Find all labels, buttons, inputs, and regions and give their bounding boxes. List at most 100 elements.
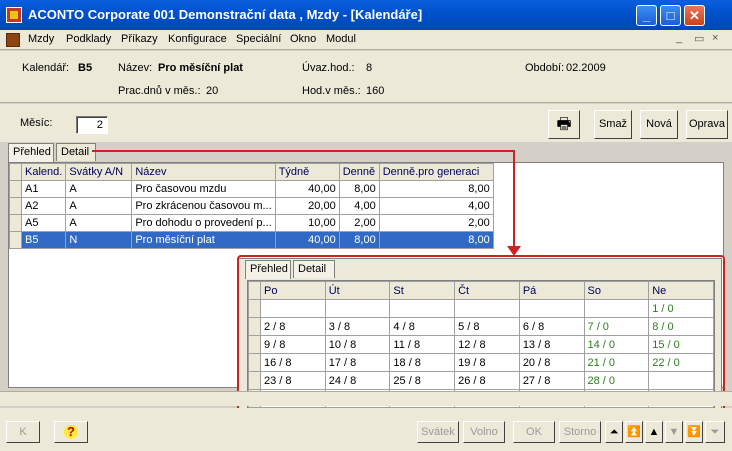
- day-cell[interactable]: [518, 299, 585, 318]
- menu-prikazy[interactable]: Příkazy: [121, 33, 158, 45]
- nav-next-icon[interactable]: ▼: [665, 421, 683, 443]
- cell[interactable]: 40,00: [274, 231, 340, 249]
- nav-prev-icon[interactable]: ▲: [645, 421, 663, 443]
- cell[interactable]: 4,00: [338, 197, 380, 215]
- storno-button[interactable]: Storno: [559, 421, 601, 443]
- table-row-selected[interactable]: B5 N Pro měsíční plat 40,00 8,00 8,00: [9, 231, 494, 249]
- day-cell[interactable]: 12 / 8: [454, 335, 520, 354]
- cell[interactable]: B5: [20, 231, 67, 249]
- nav-prev-page-icon[interactable]: ⏫: [625, 421, 643, 443]
- day-cell[interactable]: 13 / 8: [518, 335, 585, 354]
- menu-specialni[interactable]: Speciální: [236, 33, 281, 45]
- col-nazev[interactable]: Název: [131, 163, 276, 181]
- detail-tab-prehled[interactable]: Přehled: [245, 260, 291, 279]
- print-button[interactable]: 🖶: [548, 110, 580, 139]
- nav-last-icon[interactable]: ⏷: [705, 421, 725, 443]
- day-cell[interactable]: 8 / 0: [648, 317, 714, 336]
- day-cell[interactable]: 11 / 8: [389, 335, 456, 354]
- day-cell[interactable]: 19 / 8: [454, 353, 520, 372]
- calendar-week-row[interactable]: 1 / 0: [248, 299, 714, 318]
- day-cell[interactable]: 4 / 8: [389, 317, 456, 336]
- oprava-button[interactable]: Oprava: [686, 110, 728, 139]
- cell[interactable]: 20,00: [274, 197, 340, 215]
- cell[interactable]: 8,00: [378, 180, 494, 198]
- cell[interactable]: A5: [20, 214, 67, 232]
- cell[interactable]: A1: [20, 180, 67, 198]
- help-button[interactable]: ?: [54, 421, 88, 443]
- cell[interactable]: Pro časovou mzdu: [131, 180, 276, 198]
- day-cell[interactable]: 9 / 8: [260, 335, 326, 354]
- day-cell[interactable]: 3 / 8: [324, 317, 391, 336]
- cell[interactable]: A: [65, 214, 133, 232]
- menu-podklady[interactable]: Podklady: [66, 33, 111, 45]
- menu-konfigurace[interactable]: Konfigurace: [168, 33, 227, 45]
- calendar-week-row[interactable]: 9 / 8 10 / 8 11 / 8 12 / 8 13 / 8 14 / 0…: [248, 335, 714, 354]
- cell[interactable]: Pro měsíční plat: [131, 231, 276, 249]
- day-cell[interactable]: 17 / 8: [324, 353, 391, 372]
- day-cell[interactable]: 22 / 0: [648, 353, 714, 372]
- day-cell[interactable]: 7 / 0: [583, 317, 650, 336]
- calendar-week-row[interactable]: 2 / 8 3 / 8 4 / 8 5 / 8 6 / 8 7 / 0 8 / …: [248, 317, 714, 336]
- day-cell[interactable]: 25 / 8: [389, 371, 456, 390]
- day-cell[interactable]: 24 / 8: [324, 371, 391, 390]
- cell[interactable]: 2,00: [338, 214, 380, 232]
- day-cell[interactable]: 28 / 0: [583, 371, 650, 390]
- day-cell[interactable]: 18 / 8: [389, 353, 456, 372]
- day-cell[interactable]: [389, 299, 456, 318]
- cell[interactable]: A: [65, 197, 133, 215]
- cell[interactable]: 40,00: [274, 180, 340, 198]
- mdi-close-button[interactable]: ×: [712, 32, 718, 44]
- day-cell[interactable]: 16 / 8: [260, 353, 326, 372]
- menu-okno[interactable]: Okno: [290, 33, 316, 45]
- close-button[interactable]: ✕: [684, 5, 705, 26]
- nav-first-icon[interactable]: ⏶: [605, 421, 623, 443]
- mdi-minimize-button[interactable]: _: [676, 32, 682, 44]
- mdi-restore-button[interactable]: ▭: [694, 32, 704, 45]
- smaz-button[interactable]: Smaž: [594, 110, 632, 139]
- menu-mzdy[interactable]: Mzdy: [28, 33, 54, 45]
- cell[interactable]: N: [65, 231, 133, 249]
- cell[interactable]: 8,00: [338, 231, 380, 249]
- table-row[interactable]: A5 A Pro dohodu o provedení p... 10,00 2…: [9, 214, 494, 232]
- nova-button[interactable]: Nová: [640, 110, 678, 139]
- day-cell[interactable]: [260, 299, 326, 318]
- day-cell[interactable]: 15 / 0: [648, 335, 714, 354]
- tab-detail[interactable]: Detail: [56, 143, 96, 161]
- detail-tab-detail[interactable]: Detail: [293, 260, 335, 278]
- svatek-button[interactable]: Svátek: [417, 421, 459, 443]
- cell[interactable]: 2,00: [378, 214, 494, 232]
- table-row[interactable]: A1 A Pro časovou mzdu 40,00 8,00 8,00: [9, 180, 494, 198]
- day-cell[interactable]: 27 / 8: [518, 371, 585, 390]
- day-cell[interactable]: 23 / 8: [260, 371, 326, 390]
- day-cell[interactable]: 10 / 8: [324, 335, 391, 354]
- cell[interactable]: 8,00: [338, 180, 380, 198]
- day-cell[interactable]: [324, 299, 391, 318]
- mesic-input[interactable]: 2: [76, 116, 108, 134]
- k-button[interactable]: K: [6, 421, 40, 443]
- tab-prehled[interactable]: Přehled: [8, 143, 54, 162]
- minimize-button[interactable]: _: [636, 5, 657, 26]
- day-cell[interactable]: 5 / 8: [454, 317, 520, 336]
- cell[interactable]: Pro dohodu o provedení p...: [131, 214, 276, 232]
- day-cell[interactable]: 2 / 8: [260, 317, 326, 336]
- maximize-button[interactable]: □: [660, 5, 681, 26]
- volno-button[interactable]: Volno: [463, 421, 505, 443]
- day-cell[interactable]: 14 / 0: [583, 335, 650, 354]
- col-svatky[interactable]: Svátky A/N: [65, 163, 133, 181]
- col-denne-generace[interactable]: Denně.pro generaci: [378, 163, 494, 181]
- table-row[interactable]: A2 A Pro zkrácenou časovou m... 20,00 4,…: [9, 197, 494, 215]
- day-cell[interactable]: [454, 299, 520, 318]
- nav-next-page-icon[interactable]: ⏬: [685, 421, 703, 443]
- day-cell[interactable]: 1 / 0: [648, 299, 714, 318]
- cell[interactable]: A: [65, 180, 133, 198]
- col-tydne[interactable]: Týdně: [274, 163, 340, 181]
- day-cell[interactable]: 6 / 8: [518, 317, 585, 336]
- day-cell[interactable]: 20 / 8: [518, 353, 585, 372]
- document-icon[interactable]: [6, 33, 20, 47]
- ok-button[interactable]: OK: [513, 421, 555, 443]
- cell[interactable]: 4,00: [378, 197, 494, 215]
- day-cell[interactable]: 26 / 8: [454, 371, 520, 390]
- col-kalend[interactable]: Kalend.: [20, 163, 67, 181]
- menu-modul[interactable]: Modul: [326, 33, 356, 45]
- day-cell[interactable]: [648, 371, 714, 390]
